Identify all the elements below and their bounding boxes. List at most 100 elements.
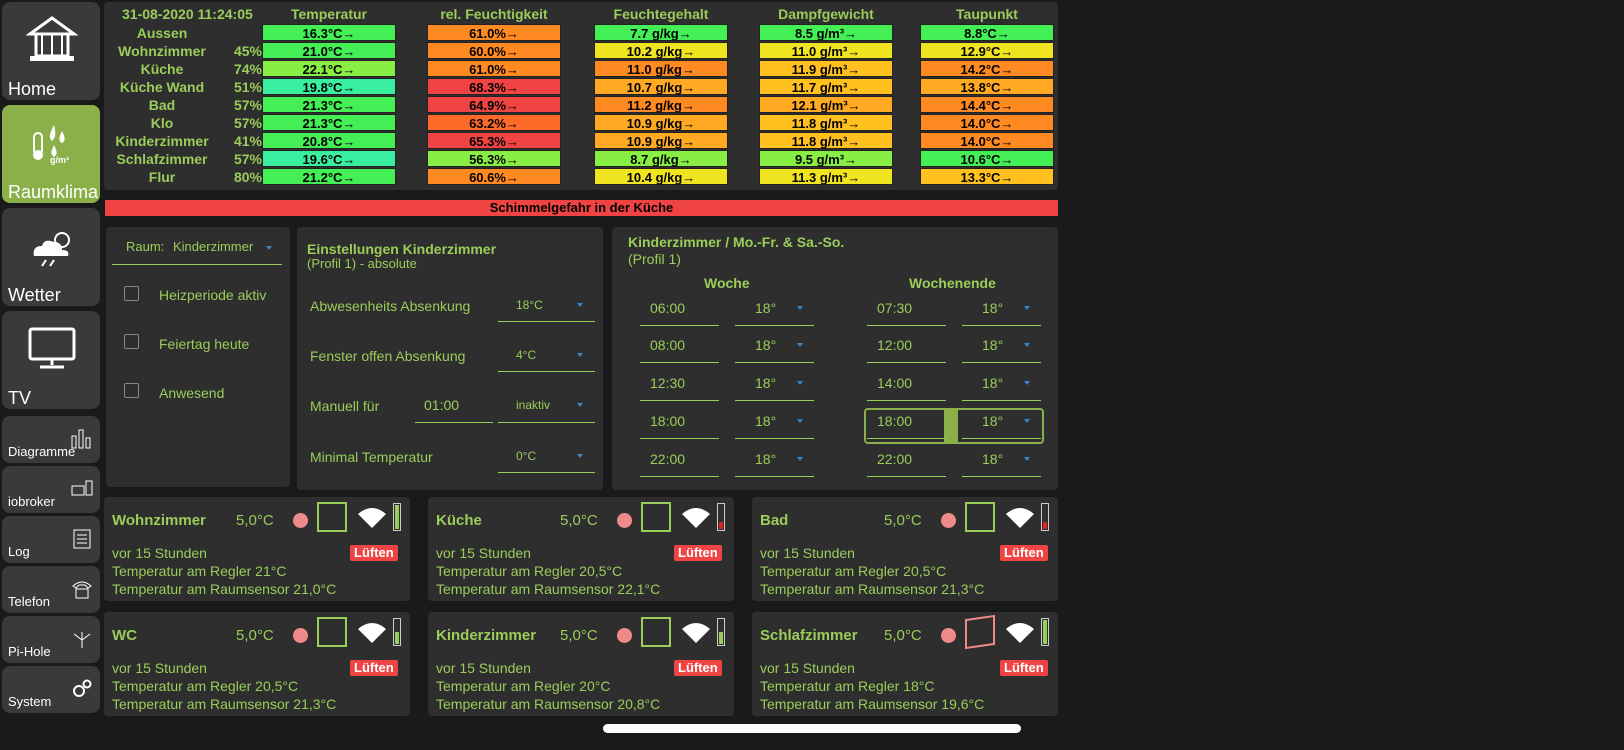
nav-wetter[interactable]: Wetter — [2, 208, 100, 306]
select-underline — [735, 400, 814, 401]
card-regler-temp: Temperatur am Regler 18°C — [760, 678, 935, 694]
input-underline — [867, 325, 946, 326]
row-room-name: Kinderzimmer — [115, 133, 209, 149]
chevron-down-icon — [577, 403, 583, 407]
min-temp-select[interactable]: 0°C — [516, 449, 536, 463]
wifi-icon — [682, 508, 710, 528]
room-select-underline — [112, 264, 282, 265]
row-room-name: Küche Wand — [119, 79, 205, 95]
battery-icon — [717, 618, 725, 646]
schedule-temp-select[interactable]: 18° — [982, 451, 1003, 467]
input-underline — [867, 476, 946, 477]
nav-telefon[interactable]: Telefon — [2, 566, 100, 613]
schedule-temp-select[interactable]: 18° — [755, 337, 776, 353]
nav-home[interactable]: Home — [2, 2, 100, 100]
schedule-temp-select[interactable]: 18° — [982, 300, 1003, 316]
schedule-temp-select[interactable]: 18° — [755, 413, 776, 429]
card-setpoint: 5,0°C — [560, 627, 598, 644]
thermostat-card[interactable]: Küche 5,0°C vor 15 Stunden Lüften Temperatur… — [428, 497, 734, 601]
card-last-update: vor 15 Stunden — [112, 660, 207, 676]
schedule-time-input[interactable]: 12:30 — [650, 375, 685, 391]
home-indicator[interactable] — [603, 724, 1021, 733]
ventilate-badge: Lüften — [674, 660, 722, 676]
battery-icon — [393, 618, 401, 646]
card-room-name: Bad — [760, 512, 789, 529]
nav-raumklima[interactable]: g/m³ Raumklima — [2, 105, 100, 203]
schedule-time-input[interactable]: 07:30 — [877, 300, 912, 316]
select-underline — [962, 438, 1041, 439]
thermostat-card[interactable]: Schlafzimmer 5,0°C vor 15 Stunden Lüften Tem… — [752, 612, 1058, 716]
chevron-down-icon — [797, 381, 803, 385]
nav-system[interactable]: System — [2, 666, 100, 713]
input-underline — [640, 362, 719, 363]
schedule-temp-select[interactable]: 18° — [982, 375, 1003, 391]
table-cell: 60.0%→ — [427, 42, 561, 59]
status-dot — [293, 513, 308, 528]
table-cell: 12.9°C→ — [920, 42, 1054, 59]
thermostat-card[interactable]: Bad 5,0°C vor 15 Stunden Lüften Temperatur a… — [752, 497, 1058, 601]
bar-chart-icon — [71, 429, 91, 449]
row-percent: 41% — [233, 133, 262, 149]
table-cell: 10.7 g/kg→ — [594, 78, 728, 95]
table-cell: 56.3%→ — [427, 150, 561, 167]
select-underline — [498, 371, 595, 372]
manuell-time-input[interactable]: 01:00 — [424, 397, 459, 413]
devices-icon — [71, 480, 93, 496]
row-percent: 57% — [233, 115, 262, 131]
table-cell: 7.7 g/kg→ — [594, 24, 728, 41]
schedule-time-input[interactable]: 08:00 — [650, 337, 685, 353]
schedule-time-input[interactable]: 14:00 — [877, 375, 912, 391]
room-select-value[interactable]: Kinderzimmer — [173, 239, 253, 254]
chevron-down-icon — [1024, 457, 1030, 461]
card-setpoint: 5,0°C — [560, 512, 598, 529]
chevron-down-icon — [797, 457, 803, 461]
schedule-time-input[interactable]: 18:00 — [877, 413, 912, 429]
fenster-select[interactable]: 4°C — [516, 348, 536, 362]
checkbox-feiertag[interactable] — [124, 334, 139, 349]
nav-iobroker[interactable]: iobroker — [2, 466, 100, 513]
schedule-time-input[interactable]: 18:00 — [650, 413, 685, 429]
checkbox-heizperiode[interactable] — [124, 286, 139, 301]
table-cell: 14.2°C→ — [920, 60, 1054, 77]
schedule-time-input[interactable]: 22:00 — [650, 451, 685, 467]
schedule-temp-select[interactable]: 18° — [755, 300, 776, 316]
thermostat-card[interactable]: Kinderzimmer 5,0°C vor 15 Stunden Lüften Tem… — [428, 612, 734, 716]
table-cell: 19.8°C→ — [262, 78, 396, 95]
schedule-temp-select[interactable]: 18° — [755, 451, 776, 467]
schedule-time-input[interactable]: 12:00 — [877, 337, 912, 353]
manuell-select[interactable]: inaktiv — [516, 398, 550, 412]
nav-tv[interactable]: TV — [2, 311, 100, 409]
schedule-time-input[interactable]: 22:00 — [877, 451, 912, 467]
nav-diagramme[interactable]: Diagramme — [2, 416, 100, 463]
table-cell: 16.3°C→ — [262, 24, 396, 41]
nav-pihole[interactable]: Pi-Hole — [2, 616, 100, 663]
input-underline — [867, 438, 946, 439]
input-underline — [415, 422, 493, 423]
nav-label: Home — [8, 79, 57, 99]
table-cell: 10.6°C→ — [920, 150, 1054, 167]
schedule-temp-select[interactable]: 18° — [982, 337, 1003, 353]
thermostat-card[interactable]: WC 5,0°C vor 15 Stunden Lüften Temperatur am… — [104, 612, 410, 716]
schedule-temp-select[interactable]: 18° — [755, 375, 776, 391]
card-setpoint: 5,0°C — [236, 512, 274, 529]
thermostat-card[interactable]: Wohnzimmer 5,0°C vor 15 Stunden Lüften Tempe… — [104, 497, 410, 601]
card-sensor-temp: Temperatur am Raumsensor 21,0°C — [112, 581, 337, 597]
status-dot — [617, 628, 632, 643]
checkbox-anwesend[interactable] — [124, 383, 139, 398]
table-cell: 22.1°C→ — [262, 60, 396, 77]
ventilate-badge: Lüften — [350, 660, 398, 676]
row-percent: 57% — [233, 151, 262, 167]
table-cell: 10.9 g/kg→ — [594, 114, 728, 131]
nav-log[interactable]: Log — [2, 516, 100, 563]
wifi-icon — [358, 623, 386, 643]
card-room-name: WC — [112, 627, 137, 644]
schedule-time-input[interactable]: 06:00 — [650, 300, 685, 316]
select-underline — [735, 325, 814, 326]
select-underline — [498, 472, 595, 473]
status-dot — [293, 628, 308, 643]
abwesenheit-select[interactable]: 18°C — [516, 298, 543, 312]
schedule-temp-select[interactable]: 18° — [982, 413, 1003, 429]
card-room-name: Wohnzimmer — [112, 512, 206, 529]
ventilate-badge: Lüften — [1000, 660, 1048, 676]
table-cell: 10.4 g/kg→ — [594, 168, 728, 185]
